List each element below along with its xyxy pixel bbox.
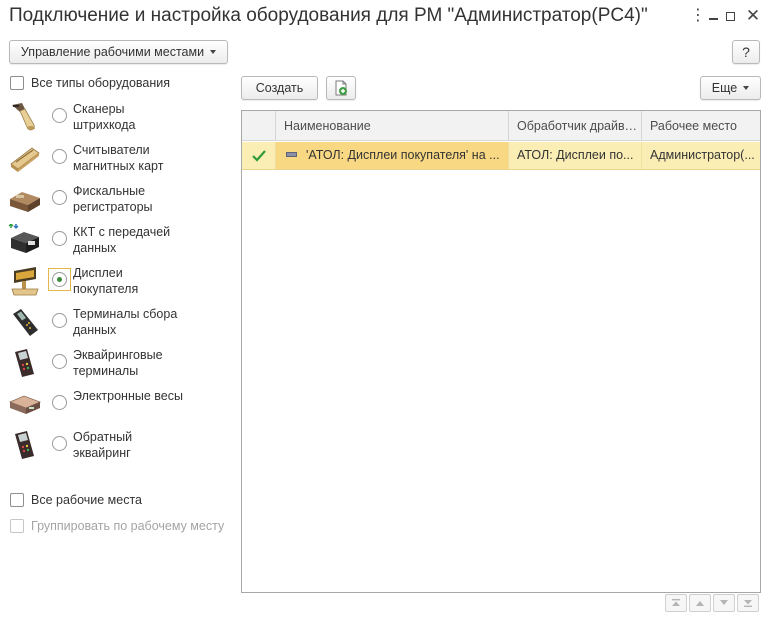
checkbox-box xyxy=(10,519,24,533)
equipment-type-label: Фискальные регистраторы xyxy=(73,184,153,214)
checkbox-box[interactable] xyxy=(10,493,24,507)
close-button[interactable]: ✕ xyxy=(745,6,761,25)
equipment-type-acquiring-terminals[interactable]: Эквайринговые терминалы xyxy=(8,345,233,383)
equipment-type-label: Дисплеи покупателя xyxy=(73,266,139,296)
radio-fiscal-registers[interactable] xyxy=(52,190,67,205)
copy-button[interactable] xyxy=(326,76,356,100)
more-button[interactable]: Еще xyxy=(700,76,761,100)
more-actions-icon[interactable]: ⋮ xyxy=(690,8,706,24)
equipment-type-label: Электронные весы xyxy=(73,389,183,403)
scroll-to-top-button[interactable] xyxy=(665,594,687,612)
driver-cell[interactable]: АТОЛ: Дисплеи по... xyxy=(509,142,642,169)
magnetic-card-reader-icon xyxy=(10,147,40,172)
help-label: ? xyxy=(742,44,750,60)
last-icon xyxy=(744,600,752,607)
equipment-type-fiscal-registers[interactable]: Фискальные регистраторы xyxy=(8,181,233,219)
radio-customer-displays[interactable] xyxy=(52,272,67,287)
radio-online-kkt[interactable] xyxy=(52,231,67,246)
all-workplaces-checkbox[interactable]: Все рабочие места xyxy=(10,493,142,507)
reverse-acquiring-icon xyxy=(15,431,34,459)
column-header-workplace[interactable]: Рабочее место xyxy=(642,111,760,141)
equipment-type-label: ККТ с передачей данных xyxy=(73,225,171,255)
row-state-icon xyxy=(286,152,297,158)
acquiring-terminal-icon xyxy=(15,349,34,377)
chevron-down-icon xyxy=(743,86,750,90)
column-header-driver[interactable]: Обработчик драйвера xyxy=(509,111,642,141)
all-equipment-types-checkbox[interactable]: Все типы оборудования xyxy=(10,76,170,90)
first-icon xyxy=(672,599,680,606)
create-label: Создать xyxy=(255,81,304,95)
manage-workplaces-label: Управление рабочими местами xyxy=(20,45,205,59)
manage-workplaces-dropdown[interactable]: Управление рабочими местами xyxy=(9,40,228,64)
radio-data-terminals[interactable] xyxy=(52,313,67,328)
enabled-cell[interactable] xyxy=(242,142,276,169)
maximize-button[interactable] xyxy=(722,8,738,24)
name-cell[interactable]: 'АТОЛ: Дисплеи покупателя' на ... xyxy=(276,142,509,169)
fiscal-register-icon xyxy=(10,192,40,212)
equipment-type-label: Эквайринговые терминалы xyxy=(73,348,163,378)
equipment-type-barcode-scanners[interactable]: Сканеры штрихкода xyxy=(8,99,233,137)
workplace-cell[interactable]: Администратор(... xyxy=(642,142,760,169)
barcode-scanner-icon xyxy=(12,103,35,131)
customer-display-icon xyxy=(11,267,39,296)
minimize-button[interactable] xyxy=(705,8,721,24)
create-button[interactable]: Создать xyxy=(241,76,318,100)
equipment-type-reverse-acquiring[interactable]: Обратный эквайринг xyxy=(8,427,233,465)
equipment-type-scales[interactable]: Электронные весы xyxy=(8,386,233,424)
radio-scales[interactable] xyxy=(52,395,67,410)
checkbox-box[interactable] xyxy=(10,76,24,90)
column-header-enabled[interactable] xyxy=(242,111,276,141)
table-row[interactable]: 'АТОЛ: Дисплеи покупателя' на ... АТОЛ: … xyxy=(242,142,760,170)
window-title: Подключение и настройка оборудования для… xyxy=(9,5,648,26)
name-value: 'АТОЛ: Дисплеи покупателя' на ... xyxy=(306,148,500,162)
all-workplaces-label: Все рабочие места xyxy=(31,493,143,507)
equipment-type-card-readers[interactable]: Считыватели магнитных карт xyxy=(8,140,233,178)
group-by-workplace-checkbox: Группировать по рабочему месту xyxy=(10,519,224,533)
equipment-type-label: Обратный эквайринг xyxy=(73,430,133,460)
all-equipment-types-label: Все типы оборудования xyxy=(31,76,171,90)
arrow-up-icon xyxy=(696,601,704,606)
data-terminal-icon xyxy=(13,309,38,336)
copy-document-icon xyxy=(335,80,347,96)
table-header: Наименование Обработчик драйвера Рабочее… xyxy=(242,111,760,141)
electronic-scales-icon xyxy=(8,395,42,414)
equipment-table[interactable]: Наименование Обработчик драйвера Рабочее… xyxy=(241,110,761,593)
checkmark-icon xyxy=(252,149,266,162)
equipment-type-customer-displays[interactable]: Дисплеи покупателя xyxy=(8,263,233,301)
radio-barcode-scanners[interactable] xyxy=(52,108,67,123)
equipment-type-data-terminals[interactable]: Терминалы сбора данных xyxy=(8,304,233,342)
workplace-value: Администратор(... xyxy=(650,148,755,162)
radio-reverse-acquiring[interactable] xyxy=(52,436,67,451)
equipment-type-online-kkt[interactable]: ККТ с передачей данных xyxy=(8,222,233,260)
scroll-to-bottom-button[interactable] xyxy=(737,594,759,612)
equipment-type-label: Сканеры штрихкода xyxy=(73,102,136,132)
scroll-up-button[interactable] xyxy=(689,594,711,612)
radio-acquiring-terminals[interactable] xyxy=(52,354,67,369)
scroll-down-button[interactable] xyxy=(713,594,735,612)
driver-value: АТОЛ: Дисплеи по... xyxy=(517,148,634,162)
arrow-down-icon xyxy=(720,600,728,605)
more-label: Еще xyxy=(711,81,738,95)
equipment-type-label: Терминалы сбора данных xyxy=(73,307,178,337)
radio-card-readers[interactable] xyxy=(52,149,67,164)
column-header-name[interactable]: Наименование xyxy=(276,111,509,141)
help-button[interactable]: ? xyxy=(732,40,760,64)
online-cash-register-icon xyxy=(8,224,39,253)
group-by-workplace-label: Группировать по рабочему месту xyxy=(31,519,225,533)
chevron-down-icon xyxy=(210,50,217,54)
equipment-type-label: Считыватели магнитных карт xyxy=(73,143,164,173)
